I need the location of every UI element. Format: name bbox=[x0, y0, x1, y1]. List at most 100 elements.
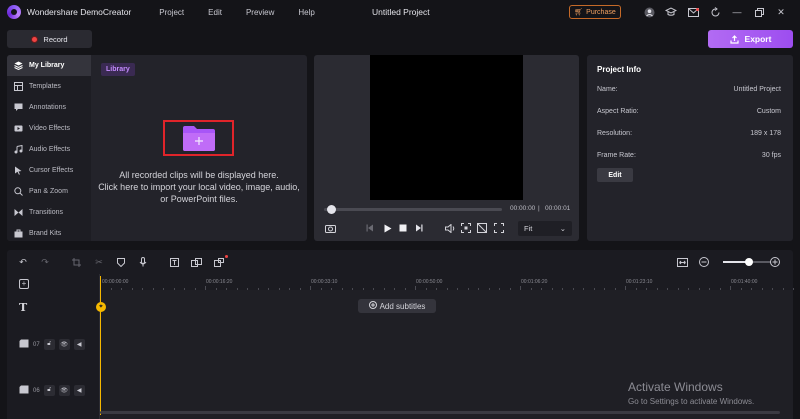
sidebar-item-audio-effects[interactable]: Audio Effects bbox=[7, 139, 91, 160]
layers-icon bbox=[14, 61, 23, 70]
brand-kit-icon bbox=[14, 229, 23, 238]
time-separator: | bbox=[538, 205, 540, 212]
ruler-tick bbox=[215, 288, 217, 290]
record-button[interactable]: Record bbox=[7, 30, 92, 48]
previous-frame-icon[interactable] bbox=[364, 221, 376, 235]
ruler-tick-label: 00:00:16:20 bbox=[206, 279, 233, 285]
record-label: Record bbox=[43, 34, 68, 44]
ruler-tick bbox=[299, 288, 301, 290]
ruler-tick bbox=[383, 288, 385, 290]
menu-edit[interactable]: Edit bbox=[208, 8, 222, 17]
lock-icon[interactable]: 🔓︎ bbox=[43, 385, 55, 396]
ruler-tick bbox=[509, 288, 511, 290]
ruler-tick bbox=[184, 288, 185, 290]
zoom-fit-select[interactable]: Fit ⌄ bbox=[518, 221, 572, 236]
split-icon[interactable]: ✂ bbox=[92, 255, 106, 269]
sync-icon[interactable] bbox=[704, 4, 726, 20]
crop-icon[interactable] bbox=[460, 221, 472, 235]
menu-project[interactable]: Project bbox=[159, 8, 184, 17]
marker-icon[interactable] bbox=[114, 255, 128, 269]
visibility-icon[interactable]: 👁︎ bbox=[58, 339, 70, 350]
info-value: Untitled Project bbox=[733, 86, 781, 93]
sidebar-item-templates[interactable]: Templates bbox=[7, 76, 91, 97]
menu-preview[interactable]: Preview bbox=[246, 8, 274, 17]
fit-timeline-icon[interactable] bbox=[675, 255, 689, 269]
zoom-out-icon[interactable] bbox=[697, 255, 711, 269]
app-title: Wondershare DemoCreator bbox=[27, 7, 132, 17]
play-icon[interactable] bbox=[382, 221, 394, 235]
close-icon[interactable]: ✕ bbox=[770, 4, 792, 20]
playhead[interactable] bbox=[100, 276, 101, 415]
info-value: 189 x 178 bbox=[750, 130, 781, 137]
crop-tool-icon[interactable] bbox=[69, 255, 83, 269]
menu-help[interactable]: Help bbox=[298, 8, 314, 17]
screen-record-icon[interactable] bbox=[212, 255, 226, 269]
sidebar-item-label: Transitions bbox=[29, 209, 63, 216]
mute-icon[interactable]: ◀ bbox=[73, 339, 85, 350]
mute-icon[interactable]: ◀ bbox=[73, 385, 85, 396]
menu-bar: Project Edit Preview Help bbox=[159, 8, 339, 17]
timeline-ruler[interactable]: 00:00:00:00 00:00:16:20 00:00:33:10 00:0… bbox=[100, 274, 794, 290]
safe-zone-icon[interactable] bbox=[476, 221, 488, 235]
track-number: 07 bbox=[33, 341, 40, 348]
ruler-tick bbox=[404, 288, 406, 290]
edit-project-button[interactable]: Edit bbox=[597, 168, 633, 182]
purchase-button[interactable]: 🛒︎ Purchase bbox=[569, 5, 621, 19]
tutorial-icon[interactable] bbox=[660, 4, 682, 20]
volume-icon[interactable] bbox=[444, 221, 456, 235]
sidebar-item-cursor-effects[interactable]: Cursor Effects bbox=[7, 160, 91, 181]
ruler-tick-label: 00:01:06:20 bbox=[521, 279, 548, 285]
sidebar-item-video-effects[interactable]: Video Effects bbox=[7, 118, 91, 139]
subtitle-track-icon: T bbox=[19, 301, 28, 314]
ruler-tick bbox=[436, 288, 437, 290]
undo-icon[interactable]: ↶ bbox=[16, 255, 30, 269]
library-empty-message: All recorded clips will be displayed her… bbox=[91, 169, 307, 205]
sidebar-item-pan-zoom[interactable]: Pan & Zoom bbox=[7, 181, 91, 202]
zoom-slider-handle[interactable] bbox=[745, 258, 754, 266]
fullscreen-icon[interactable] bbox=[493, 221, 505, 235]
ruler-tick bbox=[152, 288, 154, 290]
export-label: Export bbox=[744, 34, 772, 44]
scrubber-handle[interactable] bbox=[326, 205, 336, 214]
playhead-handle-icon[interactable]: ⌖ bbox=[96, 302, 106, 312]
info-row-aspect-ratio: Aspect Ratio: Custom bbox=[597, 108, 781, 115]
microphone-icon[interactable] bbox=[136, 255, 150, 269]
ruler-tick bbox=[499, 288, 500, 290]
sidebar-item-transitions[interactable]: Transitions bbox=[7, 202, 91, 223]
snapshot-icon[interactable] bbox=[324, 221, 336, 235]
ruler-tick bbox=[625, 286, 626, 290]
mail-icon[interactable] bbox=[682, 4, 704, 20]
export-button[interactable]: Export bbox=[708, 30, 793, 48]
minimize-icon[interactable]: — bbox=[726, 4, 748, 20]
zoom-in-icon[interactable] bbox=[768, 255, 782, 269]
sidebar-item-label: Templates bbox=[29, 83, 61, 90]
window-controls: — ✕ bbox=[638, 4, 792, 20]
preview-scrubber[interactable] bbox=[324, 208, 502, 211]
library-tab[interactable]: Library bbox=[101, 63, 135, 76]
preview-canvas[interactable] bbox=[370, 55, 523, 200]
ruler-tick bbox=[530, 288, 532, 290]
stop-icon[interactable] bbox=[397, 221, 409, 235]
account-icon[interactable] bbox=[638, 4, 660, 20]
restore-icon[interactable] bbox=[748, 4, 770, 20]
import-media-button[interactable] bbox=[163, 120, 234, 156]
multi-clip-icon[interactable] bbox=[189, 255, 203, 269]
ruler-tick bbox=[131, 288, 133, 290]
info-row-resolution: Resolution: 189 x 178 bbox=[597, 130, 781, 137]
lock-icon[interactable]: 🔓︎ bbox=[43, 339, 55, 350]
add-subtitles-button[interactable]: Add subtitles bbox=[358, 299, 436, 313]
ruler-tick bbox=[194, 288, 196, 290]
ruler-tick bbox=[425, 288, 427, 290]
next-frame-icon[interactable] bbox=[413, 221, 425, 235]
redo-icon[interactable]: ↷ bbox=[38, 255, 52, 269]
sidebar-item-my-library[interactable]: My Library bbox=[7, 55, 91, 76]
sidebar-item-annotations[interactable]: Annotations bbox=[7, 97, 91, 118]
ruler-tick bbox=[541, 288, 542, 290]
ruler-tick bbox=[656, 288, 658, 290]
sidebar-item-brand-kits[interactable]: Brand Kits bbox=[7, 223, 91, 241]
timeline-horizontal-scrollbar[interactable] bbox=[100, 411, 780, 414]
ruler-tick bbox=[751, 288, 752, 290]
text-tool-icon[interactable] bbox=[167, 255, 181, 269]
add-track-icon[interactable]: + bbox=[19, 279, 29, 289]
visibility-icon[interactable]: 👁︎ bbox=[58, 385, 70, 396]
